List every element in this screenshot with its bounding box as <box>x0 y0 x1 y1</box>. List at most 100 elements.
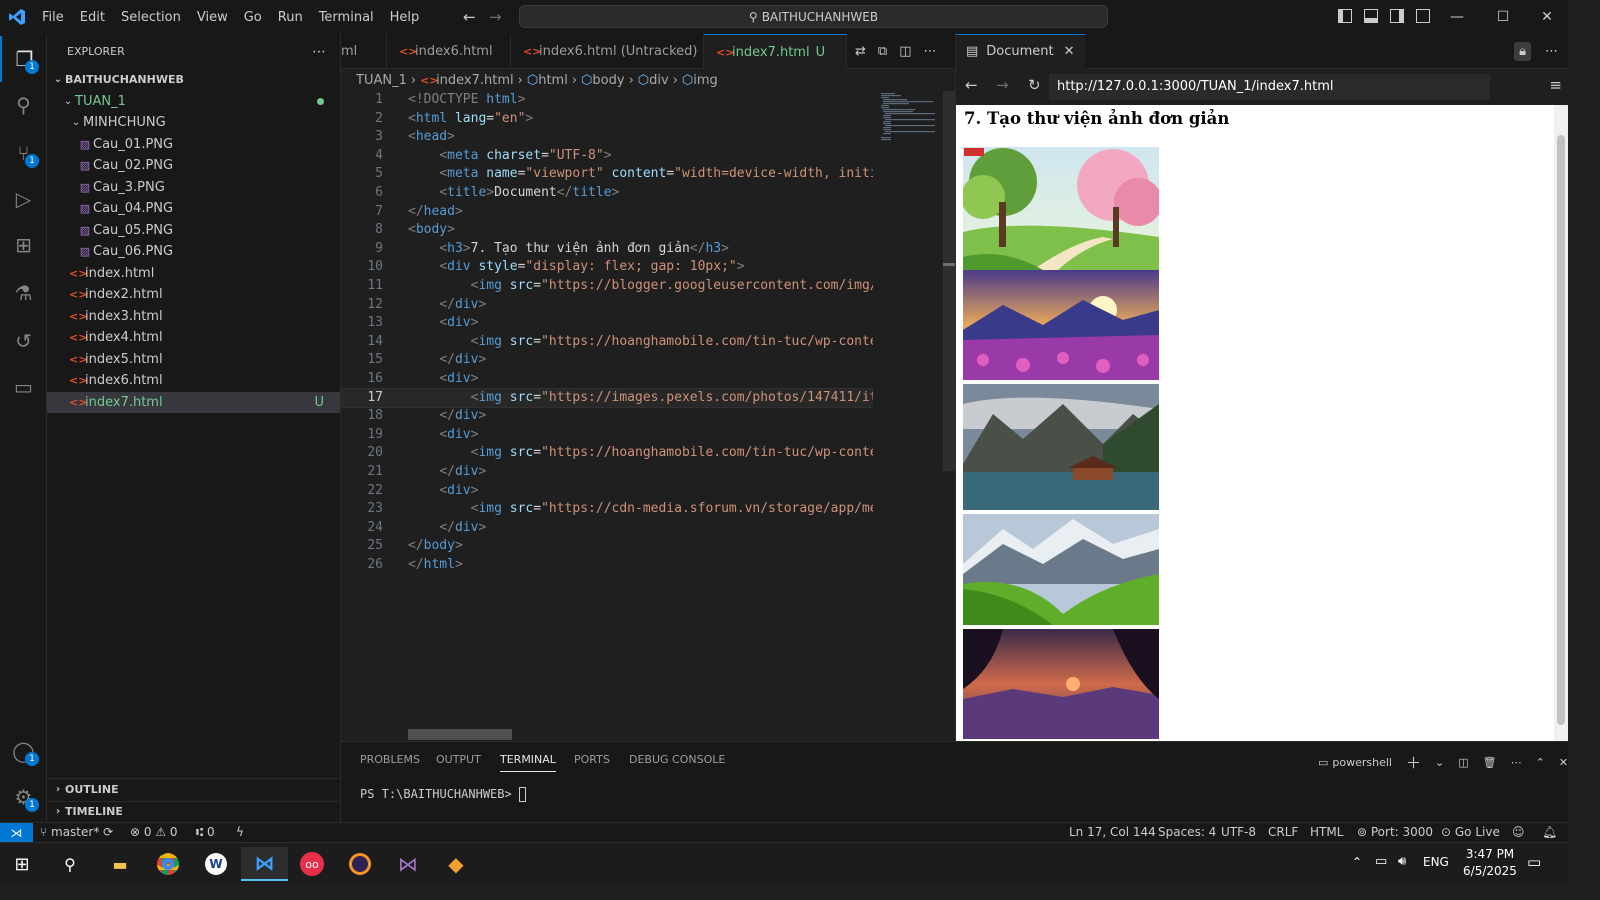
search-icon[interactable]: ⚲ <box>0 82 47 128</box>
volume-icon[interactable]: 🔊︎ <box>1398 854 1406 869</box>
forward-arrow-icon[interactable]: → <box>489 8 502 26</box>
tray-chevron-icon[interactable]: ⌃ <box>1352 855 1362 869</box>
tab-index7[interactable]: <> index7.html U <box>704 34 847 69</box>
code-line[interactable]: 3 <head> <box>341 128 873 147</box>
breadcrumb-item[interactable]: html <box>538 73 568 88</box>
copilot-icon[interactable]: ☺ <box>1512 825 1525 839</box>
panel-tab-debug-console[interactable]: DEBUG CONSOLE <box>629 753 725 766</box>
folder-minhchung[interactable]: ⌄ MINHCHUNG <box>47 112 340 134</box>
tab-partial[interactable]: ml <box>341 34 387 69</box>
breadcrumb-item[interactable]: index7.html <box>436 73 514 88</box>
code-line[interactable]: 22 <div> <box>341 482 873 501</box>
remote-indicator-icon[interactable]: ⋊ <box>0 823 33 842</box>
breadcrumb-item[interactable]: body <box>592 73 624 88</box>
remote-explorer-icon[interactable]: ↺ <box>0 318 47 364</box>
clock[interactable]: 3:47 PM 6/5/2025 <box>1455 846 1525 880</box>
minimize-icon[interactable]: — <box>1434 0 1480 34</box>
file-html-item[interactable]: <> index3.html <box>47 306 340 328</box>
menu-run[interactable]: Run <box>270 10 311 25</box>
extensions-icon[interactable]: ⊞ <box>0 222 47 268</box>
code-line[interactable]: 15 </div> <box>341 351 873 370</box>
menu-file[interactable]: File <box>34 10 72 25</box>
code-line[interactable]: 13 <div> <box>341 314 873 333</box>
testing-icon[interactable]: ⚗ <box>0 270 47 316</box>
problems-indicator[interactable]: ⊗ 0 ⚠ 0 <box>130 825 178 839</box>
code-line[interactable]: 10 <div style="display: flex; gap: 10px;… <box>341 258 873 277</box>
code-line[interactable]: 14 <img src="https://hoanghamobile.com/t… <box>341 333 873 352</box>
notification-center-icon[interactable]: ▭ <box>1527 853 1541 871</box>
breadcrumb-item[interactable]: div <box>649 73 669 88</box>
toggle-secondary-sidebar-icon[interactable] <box>1390 9 1404 23</box>
taskbar-search-icon[interactable]: ⚲ <box>50 847 90 881</box>
code-line[interactable]: 26 </html> <box>341 556 873 575</box>
settings-gear-icon[interactable]: ⚙ 1 <box>0 774 47 820</box>
accounts-icon[interactable]: ◯ 1 <box>0 728 47 774</box>
code-line[interactable]: 19 <div> <box>341 426 873 445</box>
vscode-taskbar-icon[interactable]: ⋈ <box>241 847 288 881</box>
windows-start-icon[interactable]: ⊞ <box>2 847 42 881</box>
eclipse-icon[interactable] <box>340 847 380 881</box>
chat-icon[interactable]: ▭ <box>0 364 47 410</box>
timeline-section[interactable]: › TIMELINE <box>47 800 341 823</box>
maximize-panel-icon[interactable]: ⌃ <box>1536 756 1545 769</box>
folder-tuan1[interactable]: ⌄ TUAN_1 <box>47 91 340 113</box>
menu-selection[interactable]: Selection <box>113 10 189 25</box>
code-line[interactable]: 25 </body> <box>341 537 873 556</box>
file-html-item[interactable]: <> index7.html U <box>47 391 340 413</box>
split-terminal-icon[interactable]: ◫ <box>1458 756 1468 769</box>
close-window-icon[interactable]: ✕ <box>1524 0 1570 34</box>
browser-url-input[interactable]: http://127.0.0.1:3000/TUAN_1/index7.html <box>1049 73 1490 100</box>
workspace-root[interactable]: ⌄ BAITHUCHANHWEB <box>47 69 340 91</box>
branch-indicator[interactable]: ⑂ master* ⟳ <box>40 825 113 839</box>
panel-tab-problems[interactable]: PROBLEMS <box>360 753 420 766</box>
source-control-icon[interactable]: ⑂ 1 <box>0 130 47 176</box>
new-terminal-icon[interactable]: ＋ <box>1406 752 1421 773</box>
menu-view[interactable]: View <box>189 10 236 25</box>
lightning-icon[interactable]: ϟ <box>236 825 244 839</box>
browser-back-icon[interactable]: ← <box>965 76 978 94</box>
shell-name[interactable]: powershell <box>1332 756 1392 769</box>
tab-index6-untracked[interactable]: <> index6.html (Untracked) <box>511 34 704 69</box>
file-png-item[interactable]: ▨ Cau_02.PNG <box>47 155 340 177</box>
customize-layout-icon[interactable] <box>1416 9 1430 23</box>
language-mode[interactable]: HTML <box>1310 825 1343 839</box>
code-line[interactable]: 20 <img src="https://hoanghamobile.com/t… <box>341 444 873 463</box>
cursor-position[interactable]: Ln 17, Col 144 <box>1069 825 1156 839</box>
file-html-item[interactable]: <> index2.html <box>47 284 340 306</box>
trash-icon[interactable]: 🗑︎ <box>1483 756 1497 769</box>
code-line[interactable]: 12 </div> <box>341 296 873 315</box>
file-png-item[interactable]: ▨ Cau_04.PNG <box>47 198 340 220</box>
code-line[interactable]: 5 <meta name="viewport" content="width=d… <box>341 165 873 184</box>
tab-document[interactable]: ▤ Document ✕ <box>956 33 1085 69</box>
file-html-item[interactable]: <> index5.html <box>47 349 340 371</box>
editor-vertical-scrollbar[interactable] <box>943 91 955 741</box>
command-center-search[interactable]: ⚲ BAITHUCHANHWEB <box>519 5 1108 28</box>
panel-more-icon[interactable]: ⋯ <box>1511 756 1522 769</box>
file-html-item[interactable]: <> index.html <box>47 263 340 285</box>
git-tool-icon[interactable]: ◆ <box>436 847 476 881</box>
close-tab-icon[interactable]: ✕ <box>1064 44 1075 59</box>
encoding[interactable]: UTF-8 <box>1221 825 1256 839</box>
toggle-panel-icon[interactable] <box>1364 9 1378 23</box>
maximize-icon[interactable]: ☐ <box>1480 0 1526 34</box>
editor-horizontal-scrollbar[interactable] <box>408 729 512 740</box>
ports-indicator[interactable]: ⑆ 0 <box>196 825 215 839</box>
code-line[interactable]: 21 </div> <box>341 463 873 482</box>
file-png-item[interactable]: ▨ Cau_05.PNG <box>47 220 340 242</box>
visual-studio-icon[interactable]: ⋈ <box>388 847 428 881</box>
code-line[interactable]: 8 <body> <box>341 221 873 240</box>
go-live-button[interactable]: ⊙ Go Live <box>1441 825 1500 839</box>
network-icon[interactable]: ▭ <box>1375 854 1387 869</box>
run-debug-icon[interactable]: ▷ <box>0 176 47 222</box>
menu-go[interactable]: Go <box>236 10 270 25</box>
code-line[interactable]: 24 </div> <box>341 519 873 538</box>
open-preview-icon[interactable]: ⧉ <box>878 44 887 59</box>
indentation[interactable]: Spaces: 4 <box>1158 825 1216 839</box>
file-png-item[interactable]: ▨ Cau_01.PNG <box>47 134 340 156</box>
file-html-item[interactable]: <> index6.html <box>47 370 340 392</box>
code-line[interactable]: 16 <div> <box>341 370 873 389</box>
split-editor-icon[interactable]: ◫ <box>899 44 911 59</box>
more-actions-icon[interactable]: ⋯ <box>312 44 326 60</box>
code-line[interactable]: 7 </head> <box>341 203 873 222</box>
code-line[interactable]: 17 <img src="https://images.pexels.com/p… <box>341 387 873 409</box>
